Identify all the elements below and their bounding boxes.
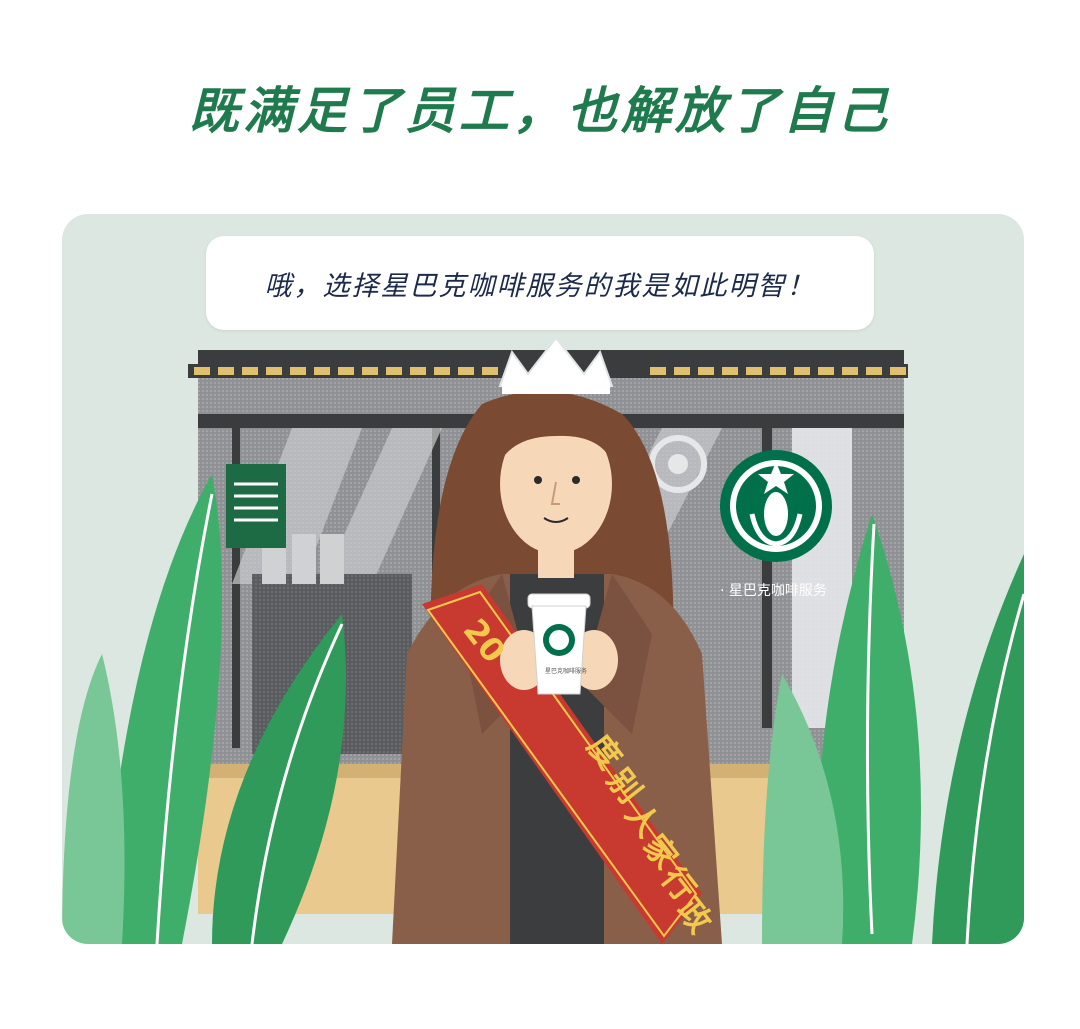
speech-bubble: 哦，选择星巴克咖啡服务的我是如此明智！: [206, 236, 874, 330]
store-sign-text: · 星巴克咖啡服务: [720, 583, 827, 599]
page-title: 既满足了员工，也解放了自己: [189, 82, 891, 140]
menu-board: [226, 464, 286, 548]
cup-label-text: 星巴克咖啡服务: [544, 668, 587, 675]
speech-bubble-text: 哦，选择星巴克咖啡服务的我是如此明智！: [264, 270, 816, 302]
coffee-cup-icon: [527, 593, 591, 695]
illustration-card: 20 度 别 人 家 行 政 哦，选择星巴克咖啡服务的我是如此明智！ · 星巴克…: [62, 214, 1024, 944]
starbucks-logo-icon: [720, 450, 832, 562]
